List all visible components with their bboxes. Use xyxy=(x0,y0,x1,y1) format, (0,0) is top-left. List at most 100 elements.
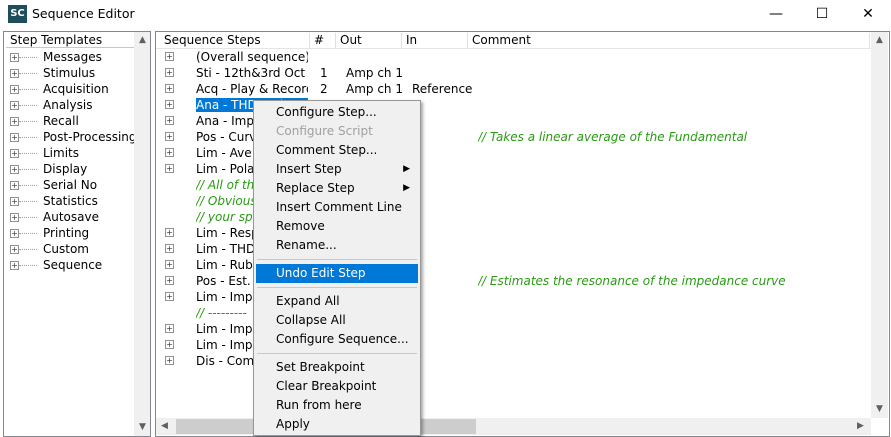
expand-icon[interactable]: + xyxy=(10,149,19,158)
menu-item-replace-step[interactable]: Replace Step ▶ xyxy=(256,179,418,198)
step-name-text: Lim - Impe xyxy=(196,338,260,352)
template-item-analysis[interactable]: + Analysis xyxy=(10,97,92,113)
tree-line xyxy=(19,57,37,58)
table-row[interactable]: + (Overall sequence) xyxy=(156,49,871,65)
maximize-button[interactable]: ☐ xyxy=(799,0,845,28)
expand-icon[interactable]: + xyxy=(165,68,174,77)
menu-item-expand-all[interactable]: Expand All xyxy=(256,292,418,311)
column-header-sequence-steps[interactable]: Sequence Steps xyxy=(160,33,310,48)
menu-item-undo-edit-step[interactable]: Undo Edit Step xyxy=(256,264,418,283)
expand-icon[interactable]: + xyxy=(165,164,174,173)
column-header-comment[interactable]: Comment xyxy=(468,33,870,48)
menu-item-comment-step[interactable]: Comment Step... xyxy=(256,141,418,160)
tree-line xyxy=(19,169,37,170)
template-item-recall[interactable]: + Recall xyxy=(10,113,79,129)
expand-icon[interactable]: + xyxy=(10,133,19,142)
submenu-arrow-icon: ▶ xyxy=(403,164,410,174)
expand-icon[interactable]: + xyxy=(165,244,174,253)
minimize-button[interactable]: — xyxy=(753,0,799,28)
template-item-printing[interactable]: + Printing xyxy=(10,225,89,241)
step-name-text: Lim - Resp xyxy=(196,226,259,240)
menu-item-clear-breakpoint[interactable]: Clear Breakpoint xyxy=(256,377,418,396)
expand-icon[interactable]: + xyxy=(165,84,174,93)
template-item-serial-no[interactable]: + Serial No xyxy=(10,177,97,193)
expand-icon[interactable]: + xyxy=(165,228,174,237)
menu-item-label: Expand All xyxy=(276,294,340,308)
step-templates-panel: Step Templates + Messages + Stimulus + Acquis… xyxy=(3,31,151,437)
template-item-sequence[interactable]: + Sequence xyxy=(10,257,102,273)
expand-icon[interactable]: + xyxy=(165,132,174,141)
menu-separator xyxy=(257,353,417,354)
menu-item-configure-step[interactable]: Configure Step... xyxy=(256,103,418,122)
template-label: Custom xyxy=(43,242,89,256)
menu-item-label: Rename... xyxy=(276,238,337,252)
expand-icon[interactable]: + xyxy=(165,52,174,61)
scroll-up-icon[interactable]: ▲ xyxy=(134,32,150,49)
step-name-text: Pos - Curv xyxy=(196,130,257,144)
window-title: Sequence Editor xyxy=(32,6,135,21)
expand-icon[interactable]: + xyxy=(10,181,19,190)
expand-icon[interactable]: + xyxy=(10,229,19,238)
expand-icon[interactable]: + xyxy=(10,85,19,94)
tree-line xyxy=(19,153,37,154)
menu-item-remove[interactable]: Remove xyxy=(256,217,418,236)
column-header-out[interactable]: Out xyxy=(336,33,402,48)
expand-icon[interactable]: + xyxy=(165,324,174,333)
expand-icon[interactable]: + xyxy=(10,213,19,222)
menu-item-apply[interactable]: Apply xyxy=(256,415,418,434)
templates-scrollbar[interactable]: ▲ ▼ xyxy=(134,32,150,436)
template-label: Serial No xyxy=(43,178,98,192)
column-header-in[interactable]: In xyxy=(402,33,468,48)
expand-icon[interactable]: + xyxy=(165,148,174,157)
expand-icon[interactable]: + xyxy=(165,116,174,125)
expand-icon[interactable]: + xyxy=(165,340,174,349)
tree-line xyxy=(19,121,37,122)
expand-icon[interactable]: + xyxy=(165,292,174,301)
sequence-vscrollbar[interactable]: ▲ ▼ xyxy=(871,32,888,418)
tree-line xyxy=(19,233,37,234)
step-comment: // Takes a linear average of the Fundame… xyxy=(478,130,748,144)
expand-icon[interactable]: + xyxy=(165,100,174,109)
expand-icon[interactable]: + xyxy=(10,245,19,254)
template-item-limits[interactable]: + Limits xyxy=(10,145,79,161)
template-item-acquisition[interactable]: + Acquisition xyxy=(10,81,109,97)
expand-icon[interactable]: + xyxy=(165,356,174,365)
template-item-statistics[interactable]: + Statistics xyxy=(10,193,98,209)
template-item-autosave[interactable]: + Autosave xyxy=(10,209,99,225)
submenu-arrow-icon: ▶ xyxy=(403,183,410,193)
scroll-right-icon[interactable]: ▶ xyxy=(852,418,869,435)
table-row[interactable]: + Sti - 12th&3rd Oct Sw 1 Amp ch 1 xyxy=(156,65,871,81)
expand-icon[interactable]: + xyxy=(165,276,174,285)
menu-item-label: Configure Step... xyxy=(276,105,377,119)
expand-icon[interactable]: + xyxy=(10,101,19,110)
scroll-down-icon[interactable]: ▼ xyxy=(134,419,150,436)
template-item-post-processing[interactable]: + Post-Processing xyxy=(10,129,137,145)
expand-icon[interactable]: + xyxy=(10,261,19,270)
scroll-left-icon[interactable]: ◀ xyxy=(156,418,173,435)
menu-item-insert-step[interactable]: Insert Step ▶ xyxy=(256,160,418,179)
column-header-number[interactable]: # xyxy=(310,33,336,48)
menu-item-run-from-here[interactable]: Run from here xyxy=(256,396,418,415)
expand-icon[interactable]: + xyxy=(10,197,19,206)
scroll-up-icon[interactable]: ▲ xyxy=(871,32,888,49)
close-button[interactable]: ✕ xyxy=(845,0,891,28)
template-item-display[interactable]: + Display xyxy=(10,161,87,177)
table-row[interactable]: + Acq - Play & Record 2 Amp ch 1 Reference xyxy=(156,81,871,97)
template-label: Recall xyxy=(43,114,79,128)
template-item-custom[interactable]: + Custom xyxy=(10,241,89,257)
menu-item-configure-sequence[interactable]: Configure Sequence... xyxy=(256,330,418,349)
scroll-down-icon[interactable]: ▼ xyxy=(871,401,888,418)
menu-item-rename[interactable]: Rename... xyxy=(256,236,418,255)
expand-icon[interactable]: + xyxy=(10,117,19,126)
menu-item-set-breakpoint[interactable]: Set Breakpoint xyxy=(256,358,418,377)
expand-icon[interactable]: + xyxy=(10,69,19,78)
menu-item-label: Insert Comment Line xyxy=(276,200,402,214)
template-item-stimulus[interactable]: + Stimulus xyxy=(10,65,95,81)
menu-item-insert-comment-line[interactable]: Insert Comment Line xyxy=(256,198,418,217)
expand-icon[interactable]: + xyxy=(165,260,174,269)
step-name-text: Lim - THD xyxy=(196,242,256,256)
expand-icon[interactable]: + xyxy=(10,165,19,174)
template-item-messages[interactable]: + Messages xyxy=(10,49,102,65)
expand-icon[interactable]: + xyxy=(10,53,19,62)
menu-item-collapse-all[interactable]: Collapse All xyxy=(256,311,418,330)
